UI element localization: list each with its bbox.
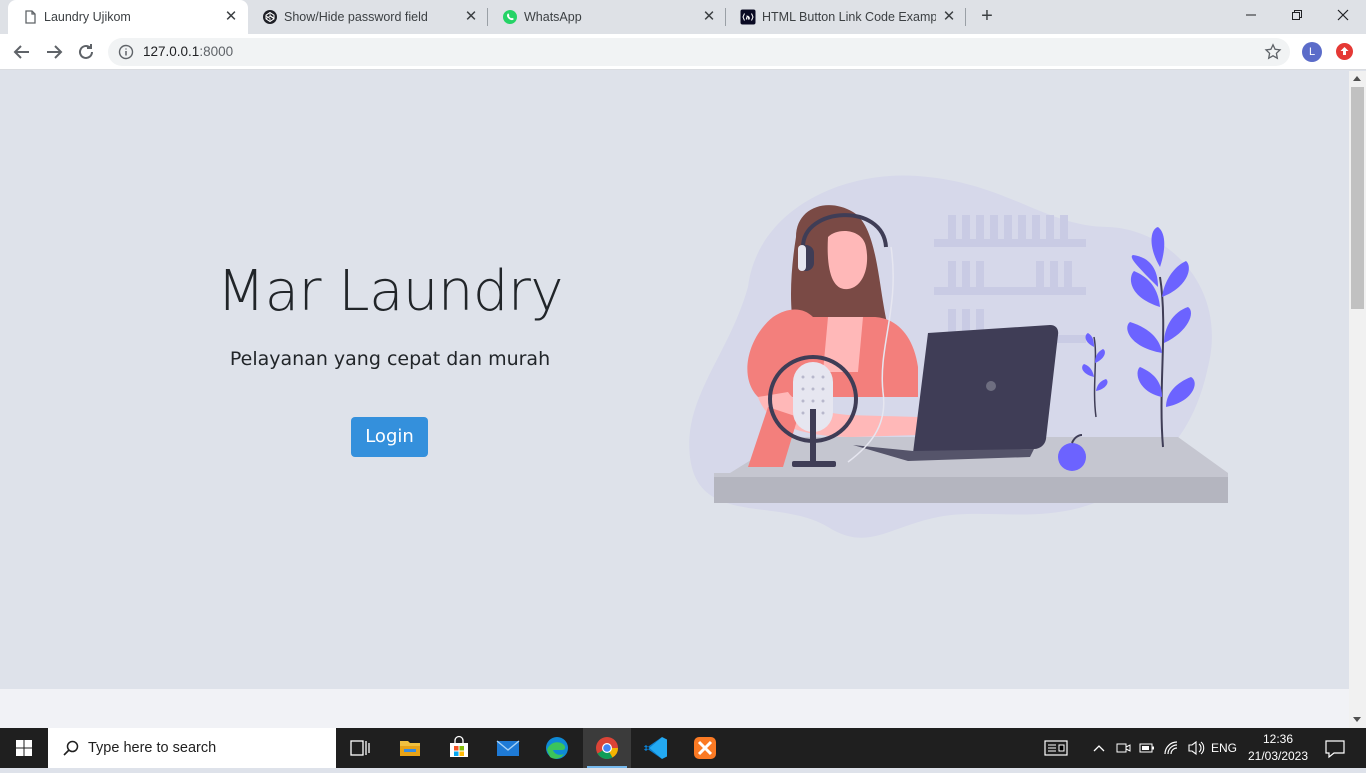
- meet-now-icon[interactable]: [1114, 728, 1132, 768]
- page-scrollbar[interactable]: [1349, 71, 1366, 728]
- tab-title: HTML Button Link Code Example: [762, 10, 936, 24]
- hero-illustration: [689, 175, 1228, 538]
- close-icon[interactable]: ✕: [940, 8, 958, 26]
- taskbar-search[interactable]: Type here to search: [48, 728, 336, 768]
- restore-icon: [1292, 10, 1302, 20]
- site-info-icon[interactable]: [118, 44, 134, 60]
- news-widget-icon[interactable]: [1042, 728, 1070, 768]
- browser-tab-strip: Laundry Ujikom ✕ Show/Hide password fiel…: [0, 0, 1366, 34]
- clock-date: 21/03/2023: [1247, 749, 1309, 763]
- tab-whatsapp[interactable]: WhatsApp ✕: [488, 0, 726, 34]
- codepen-icon: [263, 10, 277, 24]
- xampp-icon[interactable]: [681, 728, 729, 768]
- mail-icon[interactable]: [484, 728, 532, 768]
- tab-html-button-link[interactable]: HTML Button Link Code Example ✕: [726, 0, 966, 34]
- whatsapp-icon: [503, 10, 517, 24]
- url-host: 127.0.0.1: [143, 44, 200, 59]
- login-button[interactable]: Login: [351, 417, 428, 457]
- close-icon[interactable]: ✕: [462, 8, 480, 26]
- page-subtitle: Pelayanan yang cepat dan murah: [229, 348, 551, 370]
- windows-logo-icon: [16, 740, 32, 756]
- tab-title: WhatsApp: [524, 10, 582, 24]
- minimize-button[interactable]: [1228, 0, 1274, 30]
- close-icon[interactable]: ✕: [222, 8, 240, 26]
- bookmark-star-icon[interactable]: [1264, 43, 1282, 61]
- extension-icon[interactable]: [1336, 43, 1353, 60]
- forward-icon[interactable]: [42, 40, 66, 64]
- scrollbar-thumb[interactable]: [1351, 87, 1364, 309]
- tab-show-hide-password[interactable]: Show/Hide password field ✕: [248, 0, 488, 34]
- search-placeholder: Type here to search: [88, 740, 217, 756]
- page-title: Mar Laundry: [216, 259, 564, 324]
- freecodecamp-icon: [740, 9, 756, 25]
- edge-icon[interactable]: [533, 728, 581, 768]
- language-indicator[interactable]: ENG: [1210, 728, 1238, 768]
- task-view-icon[interactable]: [336, 728, 384, 768]
- minimize-icon: [1246, 14, 1256, 16]
- start-button[interactable]: [0, 728, 48, 768]
- notifications-icon[interactable]: [1320, 728, 1350, 768]
- system-clock[interactable]: 12:36 21/03/2023: [1242, 731, 1314, 765]
- volume-icon[interactable]: [1186, 728, 1206, 768]
- restore-button[interactable]: [1274, 0, 1320, 30]
- address-bar[interactable]: 127.0.0.1:8000: [108, 38, 1290, 66]
- scroll-down-icon[interactable]: [1353, 717, 1361, 722]
- tab-separator: [965, 8, 966, 26]
- page-footer-area: [0, 689, 1349, 728]
- search-icon: [63, 740, 79, 756]
- close-window-icon: [1337, 9, 1349, 21]
- page-icon: [25, 10, 36, 24]
- close-icon[interactable]: ✕: [700, 8, 718, 26]
- show-hidden-icons-icon[interactable]: [1090, 728, 1108, 768]
- upload-arrow-icon: [1340, 47, 1349, 55]
- back-icon[interactable]: [10, 40, 34, 64]
- reload-icon[interactable]: [74, 40, 98, 64]
- url-text: 127.0.0.1:8000: [143, 44, 233, 59]
- url-port: :8000: [199, 44, 234, 59]
- wifi-icon[interactable]: [1162, 728, 1182, 768]
- windows-taskbar: Type here to search ENG 12:36 21/03/2023: [0, 728, 1366, 768]
- tab-title: Laundry Ujikom: [44, 10, 131, 24]
- file-explorer-icon[interactable]: [386, 728, 434, 768]
- tab-title: Show/Hide password field: [284, 10, 428, 24]
- page-viewport: Mar Laundry Pelayanan yang cepat dan mur…: [0, 71, 1349, 689]
- close-window-button[interactable]: [1320, 0, 1366, 30]
- clock-time: 12:36: [1262, 732, 1294, 746]
- tab-laundry-ujikom[interactable]: Laundry Ujikom ✕: [8, 0, 248, 34]
- chrome-icon[interactable]: [583, 728, 631, 768]
- new-tab-button[interactable]: +: [976, 5, 998, 27]
- vscode-icon[interactable]: [632, 728, 680, 768]
- profile-avatar[interactable]: L: [1302, 42, 1322, 62]
- browser-toolbar: 127.0.0.1:8000 L: [0, 34, 1366, 70]
- microsoft-store-icon[interactable]: [435, 728, 483, 768]
- scroll-up-icon[interactable]: [1353, 76, 1361, 81]
- battery-icon[interactable]: [1138, 728, 1156, 768]
